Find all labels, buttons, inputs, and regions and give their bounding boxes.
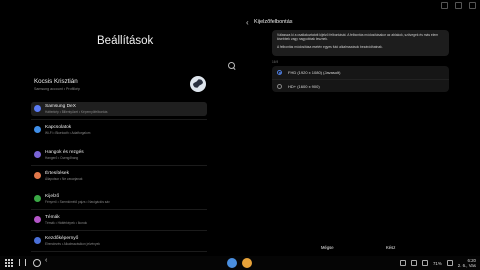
settings-item-icon xyxy=(34,126,41,133)
page-title: Beállítások xyxy=(97,35,154,47)
settings-panel: Beállítások Kocsis Krisztián Samsung acc… xyxy=(0,0,240,265)
settings-item-icon xyxy=(34,237,41,244)
settings-item[interactable]: Témák Témák • Háttérképek • Ikonok xyxy=(31,213,207,227)
settings-item-icon xyxy=(34,195,41,202)
settings-item-subtitle: Hátterkép • Billentyűzet • Képernyőfelbo… xyxy=(45,110,108,114)
info-text-2: A felbontás módosítása esetén egyes futó… xyxy=(277,44,383,49)
settings-item-icon xyxy=(34,105,41,112)
profile-card[interactable]: Kocsis Krisztián Samsung account • Profi… xyxy=(34,78,209,94)
settings-item-icon xyxy=(34,216,41,223)
settings-item-subtitle: Elrendezés • Alkalmazásikon jelvények xyxy=(45,242,100,246)
date: 2. 6., Vas xyxy=(457,263,476,268)
radio-button[interactable] xyxy=(277,70,282,75)
keyboard-icon[interactable] xyxy=(410,260,417,266)
system-tray: 71% 6:20 2. 6., Vas xyxy=(399,258,476,268)
divider xyxy=(31,209,207,210)
settings-group-2: Hangok és rezgés Hangerő • Csengőhang Érte… xyxy=(31,148,207,183)
settings-item-icon xyxy=(34,172,41,179)
resolution-option[interactable]: HD+ (1600 x 900) xyxy=(272,79,449,92)
notification-icon[interactable] xyxy=(399,260,406,266)
resolution-title: Kijelzőfelbontás xyxy=(254,19,293,25)
divider xyxy=(31,251,207,252)
options-list: FHD (1920 x 1080) (Javasolt) HD+ (1600 x … xyxy=(272,66,449,92)
settings-item-subtitle: Témák • Háttérképek • Ikonok xyxy=(45,221,88,225)
battery-icon xyxy=(446,260,453,266)
settings-item[interactable]: Értesítések Állapotsor • Ne zavarjanak xyxy=(31,169,207,183)
settings-item-label: Samsung DeX xyxy=(45,104,76,109)
resolution-option[interactable]: FHD (1920 x 1080) (Javasolt) xyxy=(272,66,449,79)
divider xyxy=(31,230,207,231)
settings-item-subtitle: Wi-Fi • Bluetooth • Adatforgalom xyxy=(45,131,91,135)
radio-button[interactable] xyxy=(277,84,282,89)
settings-item[interactable]: Kapcsolatok Wi-Fi • Bluetooth • Adatforga… xyxy=(31,123,207,137)
clock[interactable]: 6:20 2. 6., Vas xyxy=(458,258,476,268)
settings-item-label: Témák xyxy=(45,215,60,220)
settings-item[interactable]: Samsung DeX Hátterkép • Billentyűzet • Ké… xyxy=(31,102,207,116)
section-label: 16:9 xyxy=(272,60,279,64)
settings-item-label: Kijelző xyxy=(45,194,60,199)
avatar[interactable] xyxy=(190,76,206,92)
search-icon[interactable] xyxy=(228,62,237,71)
info-text-1: Válassza ki a csatlakoztatott kijelző fe… xyxy=(277,33,439,42)
settings-item-icon xyxy=(34,151,41,158)
settings-item-label: Kezdőképernyő xyxy=(45,236,79,241)
settings-item-subtitle: Állapotsor • Ne zavarjanak xyxy=(45,177,83,181)
settings-item[interactable]: Hangok és rezgés Hangerő • Csengőhang xyxy=(31,148,207,162)
settings-item[interactable]: Kijelző Fényerő • Szemkímélő pajzs • Navi… xyxy=(31,192,207,206)
settings-item-label: Hangok és rezgés xyxy=(45,150,84,155)
profile-name: Kocsis Krisztián xyxy=(34,78,78,85)
home-icon[interactable] xyxy=(33,259,41,267)
chrome-app-icon[interactable] xyxy=(242,258,252,268)
profile-subtitle: Samsung account • Profilkép xyxy=(34,87,81,91)
divider xyxy=(31,165,207,166)
settings-item-subtitle: Fényerő • Szemkímélő pajzs • Navigációs … xyxy=(45,200,110,204)
resolution-panel: ‹ Kijelzőfelbontás Válassza ki a csatlak… xyxy=(240,0,480,256)
settings-app-icon[interactable] xyxy=(227,258,237,268)
divider xyxy=(31,119,207,120)
done-button[interactable]: Kész xyxy=(386,245,395,250)
wifi-icon[interactable] xyxy=(421,260,428,266)
settings-group-1: Samsung DeX Hátterkép • Billentyűzet • Ké… xyxy=(31,102,207,137)
back-icon[interactable]: ‹ xyxy=(246,18,249,27)
taskbar: ‹ 71% 6:20 2. 6., Vas xyxy=(0,256,480,270)
recents-icon[interactable] xyxy=(19,259,26,266)
settings-item-label: Kapcsolatok xyxy=(45,125,72,130)
apps-grid-icon[interactable] xyxy=(5,259,13,267)
resolution-option-label: FHD (1920 x 1080) (Javasolt) xyxy=(288,70,341,75)
info-card: Válassza ki a csatlakoztatott kijelző fe… xyxy=(272,30,449,56)
back-nav-icon[interactable]: ‹ xyxy=(45,257,47,264)
settings-item-label: Értesítések xyxy=(45,171,69,176)
resolution-option-label: HD+ (1600 x 900) xyxy=(288,83,320,89)
resolution-options: 16:9 FHD (1920 x 1080) (Javasolt) HD+ (16… xyxy=(272,60,449,92)
cancel-button[interactable]: Mégse xyxy=(321,245,334,250)
battery-level[interactable]: 71% xyxy=(433,261,442,266)
settings-item[interactable]: Kezdőképernyő Elrendezés • Alkalmazásikon… xyxy=(31,234,207,248)
settings-item-subtitle: Hangerő • Csengőhang xyxy=(45,156,79,160)
